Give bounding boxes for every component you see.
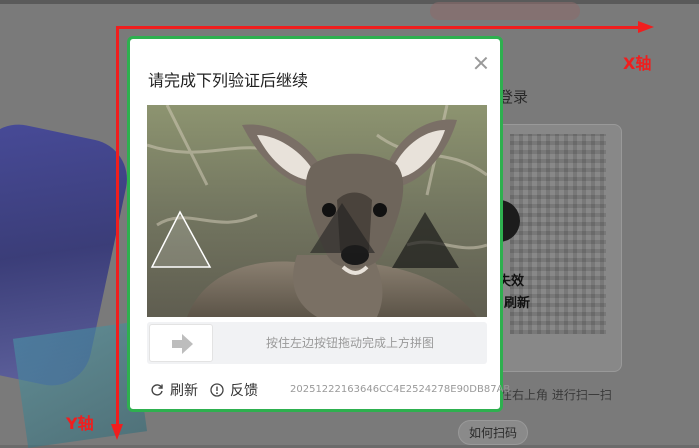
- refresh-label: 刷新: [170, 383, 198, 399]
- close-icon[interactable]: [470, 53, 492, 75]
- background-topbar: [0, 0, 699, 4]
- x-axis-label: X轴: [623, 54, 652, 73]
- refresh-icon: [151, 384, 163, 396]
- captcha-image: [147, 105, 487, 317]
- y-axis-arrow-line: [116, 26, 119, 426]
- background-banner: [430, 2, 580, 20]
- deer-photo: [147, 105, 487, 317]
- info-icon: [210, 383, 224, 397]
- slider-track: 按住左边按钮拖动完成上方拼图: [147, 322, 487, 364]
- slider-handle[interactable]: [149, 324, 213, 362]
- qr-refresh-text: 刷新: [504, 296, 531, 311]
- qr-scan-hint: 在右上角 进行扫一扫: [500, 388, 612, 402]
- x-axis-arrow-head: [638, 21, 654, 33]
- session-id: 20251222163646CC4E2524278E90DB87AB: [290, 384, 511, 395]
- y-axis-arrow-head: [111, 424, 123, 440]
- refresh-button[interactable]: 刷新: [150, 381, 198, 399]
- x-axis-arrow-line: [118, 26, 640, 29]
- how-to-scan-button: 如何扫码: [458, 420, 529, 445]
- y-axis-label: Y轴: [66, 414, 94, 433]
- arrow-right-icon: [172, 334, 193, 354]
- feedback-label: 反馈: [230, 383, 258, 399]
- captcha-dialog: 请完成下列验证后继续 按住左边按钮拖动完成上方拼图 刷新 反馈 20251222…: [127, 36, 510, 412]
- slider-hint-text: 按住左边按钮拖动完成上方拼图: [265, 336, 434, 350]
- dialog-title: 请完成下列验证后继续: [148, 71, 309, 90]
- feedback-button[interactable]: 反馈: [210, 381, 258, 399]
